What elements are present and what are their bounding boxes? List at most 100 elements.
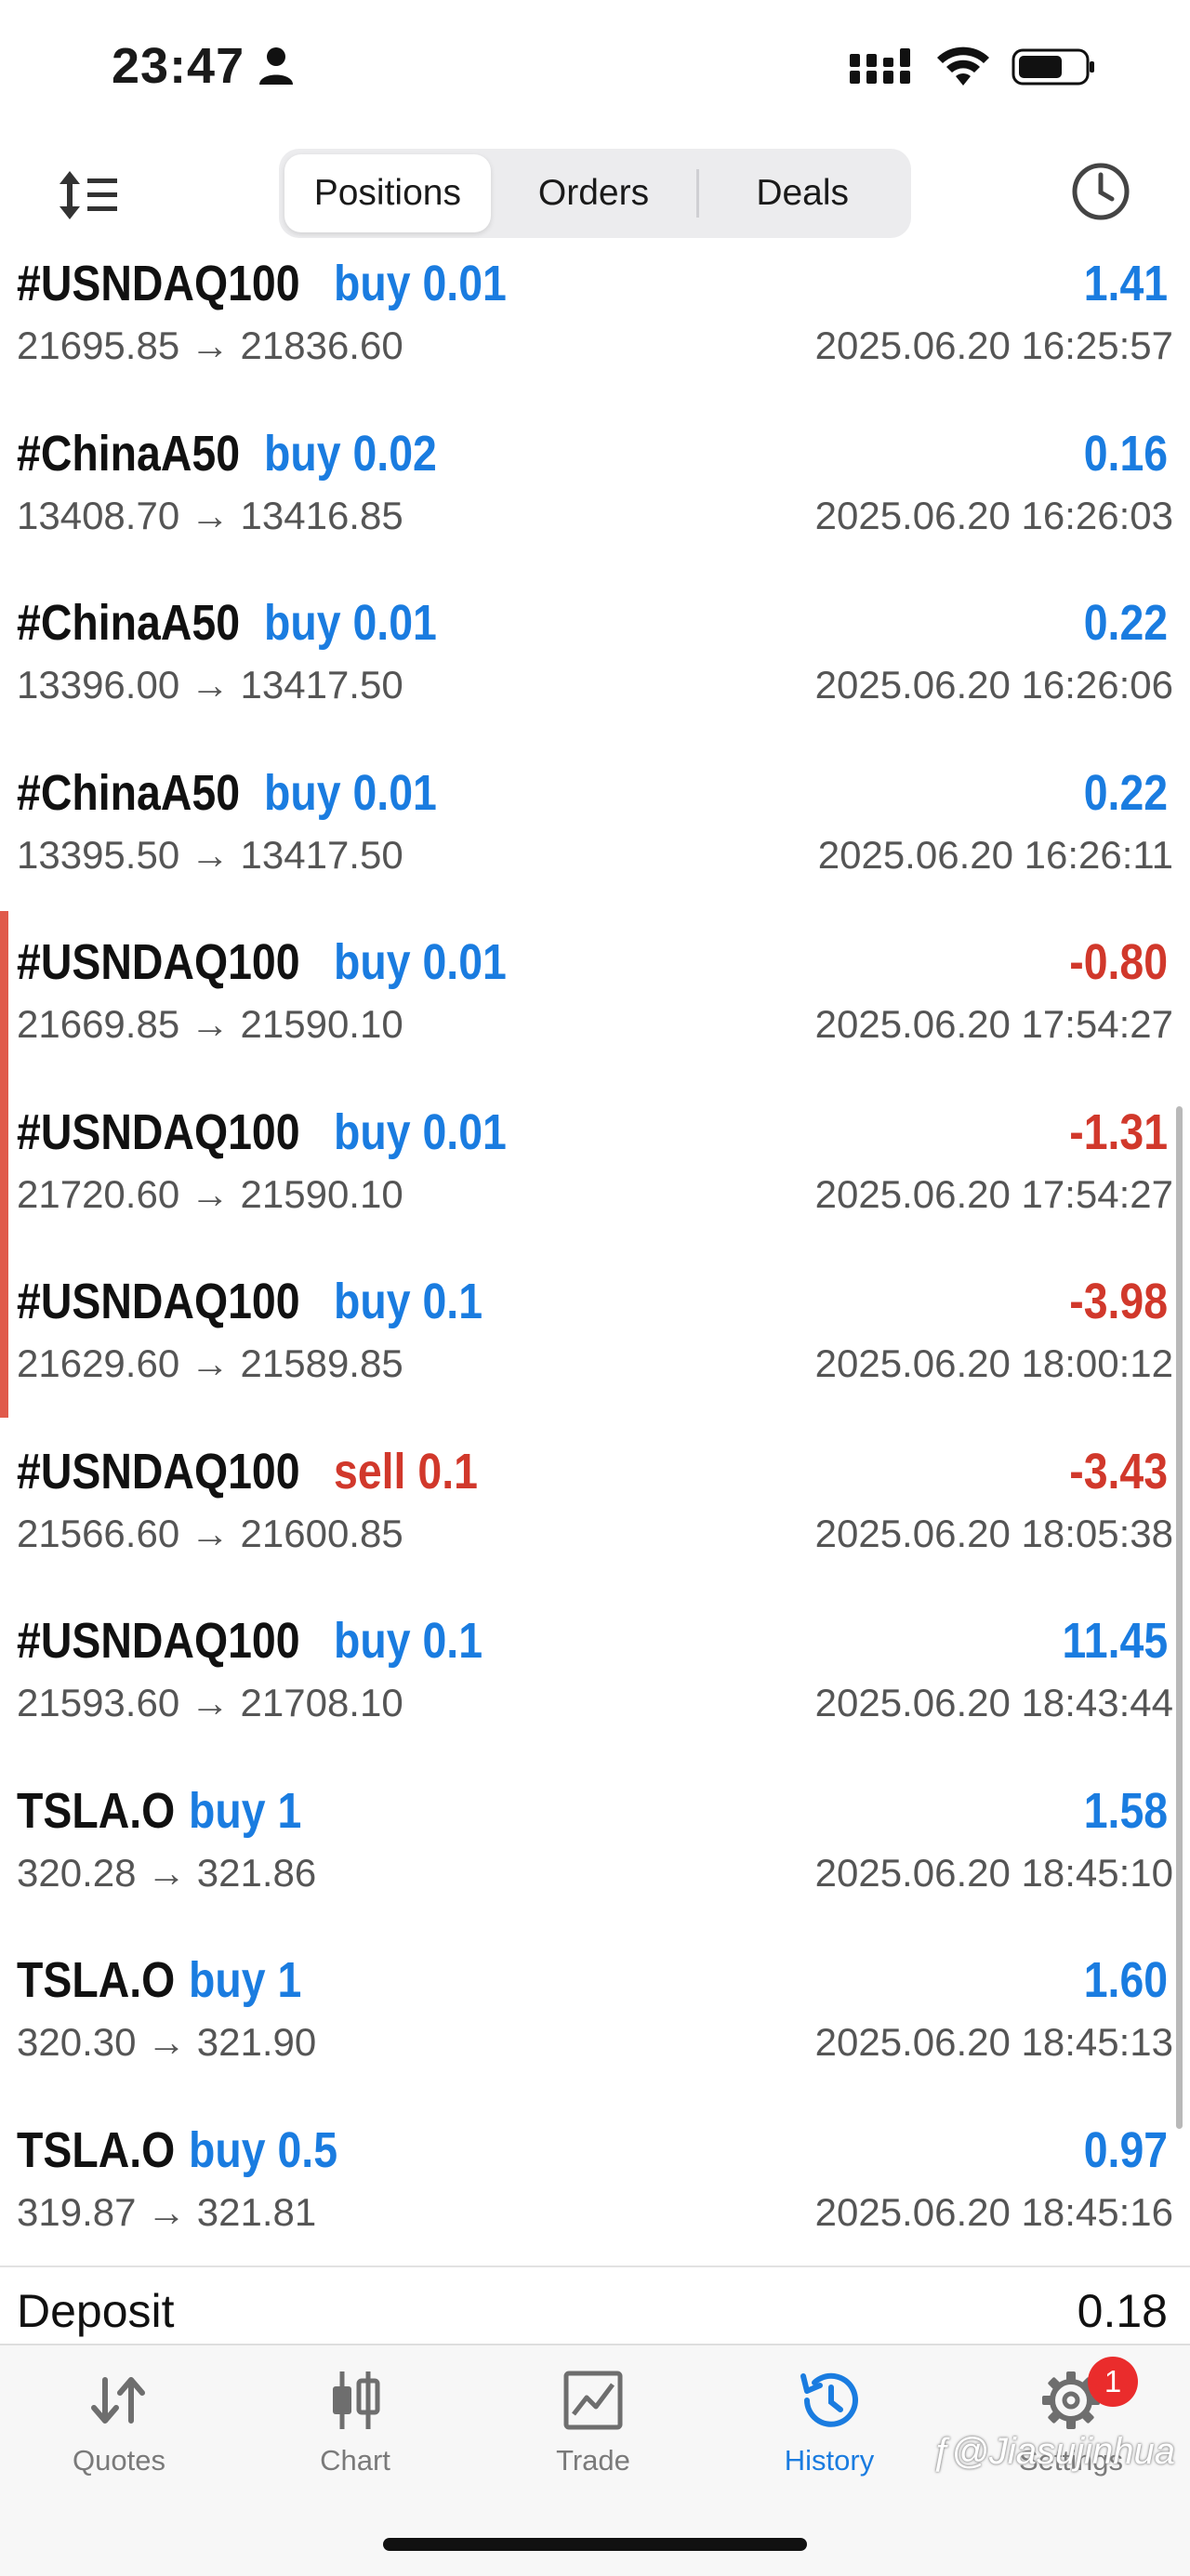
wifi-icon: [937, 46, 989, 86]
history-toolbar: Positions Orders Deals: [0, 139, 1190, 249]
scrollbar-thumb[interactable]: [1176, 1106, 1183, 2129]
trade-row[interactable]: #USNDAQ100 buy 0.01 21720.60 → 21590.10 -1…: [0, 1098, 1190, 1268]
segment-deals[interactable]: Deals: [699, 154, 906, 232]
trade-prices: 21593.60 → 21708.10: [17, 1681, 403, 1724]
trade-time: 2025.06.20 18:43:44: [814, 1681, 1173, 1724]
status-clock: 23:47: [112, 37, 295, 95]
trade-profit: 0.22: [1083, 595, 1168, 651]
trade-prices: 13408.70 → 13416.85: [17, 493, 403, 537]
trade-side-volume: buy 0.01: [264, 764, 437, 821]
trade-row[interactable]: #USNDAQ100 sell 0.1 21566.60 → 21600.85 -3…: [0, 1437, 1190, 1607]
trade-prices: 319.87 → 321.81: [17, 2189, 317, 2234]
trade-profit: 1.60: [1083, 1952, 1168, 2008]
trade-time: 2025.06.20 17:54:27: [814, 1002, 1173, 1046]
trade-title: TSLA.O buy 0.5: [17, 2121, 362, 2179]
trade-prices: 13395.50 → 13417.50: [17, 832, 403, 877]
trade-symbol: TSLA.O: [17, 2121, 176, 2178]
trade-title: #USNDAQ100 sell 0.1: [17, 1443, 501, 1500]
trade-row[interactable]: #USNDAQ100 buy 0.1 21593.60 → 21708.10 11.…: [0, 1606, 1190, 1777]
trade-symbol: #USNDAQ100: [17, 934, 300, 990]
trade-symbol: #USNDAQ100: [17, 1103, 300, 1160]
trade-row[interactable]: #USNDAQ100 buy 0.01 21669.85 → 21590.10 -0…: [0, 928, 1190, 1098]
trade-time: 2025.06.20 18:45:10: [814, 1850, 1173, 1895]
trade-chart-icon: [563, 2371, 623, 2430]
trade-time: 2025.06.20 16:26:06: [814, 663, 1173, 707]
trade-row[interactable]: #ChinaA50 buy 0.01 13396.00 → 13417.50 0.2…: [0, 588, 1190, 759]
tab-quotes[interactable]: Quotes: [26, 2362, 212, 2492]
status-bar: 23:47: [0, 0, 1190, 139]
trade-prices: 21629.60 → 21589.85: [17, 1341, 403, 1385]
trade-row[interactable]: #ChinaA50 buy 0.02 13408.70 → 13416.85 0.1…: [0, 419, 1190, 589]
sort-icon[interactable]: [56, 167, 121, 223]
trade-profit: -3.43: [1069, 1443, 1168, 1499]
trade-time: 2025.06.20 18:05:38: [814, 1511, 1173, 1555]
trade-time: 2025.06.20 16:26:11: [817, 832, 1173, 877]
trade-side-volume: buy 0.1: [334, 1274, 483, 1329]
candlestick-icon: [333, 2371, 380, 2429]
settings-notification-badge: 1: [1088, 2357, 1138, 2407]
trade-title: #USNDAQ100 buy 0.01: [17, 255, 535, 312]
trade-profit: 11.45: [1062, 1613, 1168, 1669]
tab-trade[interactable]: Trade: [500, 2362, 686, 2492]
segment-orders[interactable]: Orders: [491, 154, 697, 232]
trade-title: #USNDAQ100 buy 0.1: [17, 1612, 507, 1670]
trade-title: #USNDAQ100 buy 0.01: [17, 1103, 535, 1161]
home-indicator: [383, 2538, 807, 2551]
trade-title: TSLA.O buy 1: [17, 1782, 320, 1840]
trade-profit: 0.22: [1083, 764, 1168, 821]
status-icons: [850, 46, 1097, 87]
watermark: ƒ@Jiasujinhua: [931, 2431, 1175, 2472]
trade-profit: 0.16: [1083, 425, 1168, 482]
trade-side-volume: buy 1: [189, 1782, 302, 1839]
trade-title: #ChinaA50 buy 0.01: [17, 764, 465, 822]
tab-history-label: History: [784, 2444, 875, 2477]
trade-row[interactable]: TSLA.O buy 1 320.30 → 321.90 1.60 2025.06.2…: [0, 1946, 1190, 2116]
trade-row[interactable]: #USNDAQ100 buy 0.01 21695.85 → 21836.60 1.…: [0, 249, 1190, 419]
trade-row[interactable]: #USNDAQ100 buy 0.1 21629.60 → 21589.85 -3.…: [0, 1267, 1190, 1437]
trade-time: 2025.06.20 18:45:16: [814, 2189, 1173, 2234]
deposit-label: Deposit: [17, 2285, 175, 2337]
period-clock-icon[interactable]: [1069, 160, 1132, 223]
trade-side-volume: buy 0.01: [264, 595, 437, 651]
trade-title: #USNDAQ100 buy 0.01: [17, 933, 535, 991]
trade-row[interactable]: TSLA.O buy 0.5 319.87 → 321.81 0.97 2025.06…: [0, 2116, 1190, 2286]
battery-icon: [1012, 48, 1094, 86]
person-icon: [259, 47, 294, 85]
quotes-arrows-icon: [91, 2377, 145, 2424]
segment-positions[interactable]: Positions: [284, 154, 491, 232]
trade-symbol: #USNDAQ100: [17, 256, 300, 311]
trade-title: #USNDAQ100 buy 0.1: [17, 1273, 507, 1330]
trade-symbol: #ChinaA50: [17, 595, 241, 651]
deposit-row[interactable]: Deposit 0.18: [0, 2266, 1190, 2345]
trade-symbol: #USNDAQ100: [17, 1613, 300, 1669]
trade-row[interactable]: #ChinaA50 buy 0.01 13395.50 → 13417.50 0.2…: [0, 759, 1190, 929]
cellular-signal-icon: [850, 48, 910, 84]
trade-prices: 320.28 → 321.86: [17, 1850, 317, 1895]
trade-side-volume: buy 0.02: [264, 425, 437, 482]
tab-chart[interactable]: Chart: [262, 2362, 448, 2492]
trade-side-volume: buy 0.01: [334, 1103, 508, 1160]
trade-title: TSLA.O buy 1: [17, 1951, 320, 2009]
status-time: 23:47: [112, 38, 245, 94]
tab-settings[interactable]: 1 Settings: [978, 2357, 1164, 2492]
tab-chart-label: Chart: [320, 2444, 390, 2477]
trade-profit: 1.41: [1083, 256, 1168, 311]
trade-prices: 320.30 → 321.90: [17, 2020, 317, 2064]
trade-symbol: TSLA.O: [17, 1782, 176, 1839]
deposit-value: 0.18: [1077, 2285, 1168, 2337]
trade-prices: 21566.60 → 21600.85: [17, 1511, 403, 1555]
trade-title: #ChinaA50 buy 0.02: [17, 425, 465, 482]
view-segmented-control: Positions Orders Deals: [279, 149, 911, 238]
trade-profit: -0.80: [1069, 934, 1168, 990]
trade-side-volume: sell 0.1: [334, 1443, 479, 1499]
tab-trade-label: Trade: [556, 2444, 630, 2477]
tab-history[interactable]: History: [736, 2362, 922, 2492]
trade-row[interactable]: TSLA.O buy 1 320.28 → 321.86 1.58 2025.06.2…: [0, 1777, 1190, 1947]
trade-symbol: #USNDAQ100: [17, 1274, 300, 1329]
trade-prices: 13396.00 → 13417.50: [17, 663, 403, 707]
trade-profit: -3.98: [1069, 1274, 1168, 1329]
tab-quotes-label: Quotes: [73, 2444, 165, 2477]
trade-side-volume: buy 0.01: [334, 256, 508, 311]
trade-profit: -1.31: [1069, 1103, 1168, 1160]
trade-prices: 21720.60 → 21590.10: [17, 1171, 403, 1216]
